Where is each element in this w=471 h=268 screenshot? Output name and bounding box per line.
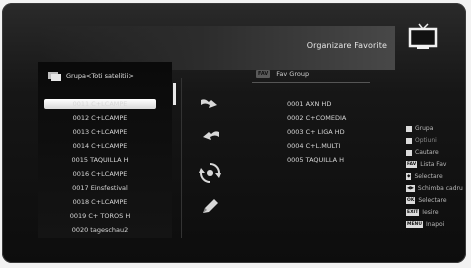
- channel-item[interactable]: 0012 C+LCAMPE: [44, 113, 156, 123]
- move-icon[interactable]: [199, 94, 221, 114]
- exit-key-icon: EXIT: [406, 209, 420, 216]
- undo-icon[interactable]: [199, 126, 221, 146]
- legend-label: Iesire: [422, 209, 439, 216]
- group-header-label: Grupa<Toti satelitii>: [66, 72, 134, 80]
- fav-item[interactable]: 0004 C+L.MULTI: [287, 141, 340, 151]
- legend-label: Selectare: [414, 173, 443, 180]
- fav-group-header[interactable]: FAV Fav Group: [256, 70, 309, 78]
- legend-exit: EXIT Iesire: [406, 208, 439, 217]
- channel-item[interactable]: 0020 tageschau2: [44, 225, 156, 235]
- channel-list-scrollbar[interactable]: [173, 83, 176, 105]
- fav-key-icon: FAV: [406, 161, 418, 168]
- channel-item[interactable]: 0017 Einsfestival: [44, 183, 156, 193]
- page-title: Organizare Favorite: [306, 41, 387, 50]
- legend-label: Schimba cadru: [417, 185, 463, 192]
- legend-schimba-cadru: ◀▶ Schimba cadru: [406, 184, 470, 193]
- tv-icon: [408, 23, 438, 49]
- satellite-list-icon: [48, 71, 61, 81]
- fav-item[interactable]: 0003 C+ LIGA HD: [287, 127, 345, 137]
- legend-label: Grupa: [415, 125, 434, 132]
- group-header[interactable]: Grupa<Toti satelitii>: [48, 71, 134, 81]
- white-square-icon: [406, 125, 412, 132]
- legend-label: Lista Fav: [420, 161, 447, 168]
- legend-cautare: Cautare: [406, 148, 439, 157]
- legend-ok: OK Selectare: [406, 196, 447, 205]
- fav-item[interactable]: 0001 AXN HD: [287, 99, 331, 109]
- channel-item[interactable]: 0019 C+ TOROS H: [44, 211, 156, 221]
- channel-item[interactable]: 0015 TAQUILLA H: [44, 155, 156, 165]
- channel-item[interactable]: 0018 C+LCAMPE: [44, 197, 156, 207]
- channel-item[interactable]: 0011 C+LCAMPE: [44, 99, 156, 109]
- select-key-icon: ◆: [406, 173, 412, 180]
- divider: [181, 78, 182, 238]
- legend-grupa: Grupa: [406, 124, 433, 133]
- menu-key-icon: MENU: [406, 221, 423, 228]
- legend-menu: MENU Inapoi: [406, 220, 444, 229]
- legend-label: Inapoi: [425, 221, 445, 228]
- channel-item[interactable]: 0013 C+LCAMPE: [44, 127, 156, 137]
- swap-icon[interactable]: [199, 163, 221, 183]
- fav-item[interactable]: 0002 C+COMEDIA: [287, 113, 346, 123]
- arrows-key-icon: ◀▶: [406, 185, 415, 192]
- search-key-icon: [406, 149, 412, 156]
- channel-item[interactable]: 0016 C+LCAMPE: [44, 169, 156, 179]
- fav-badge: FAV: [256, 70, 271, 78]
- legend-label: Optiuni: [415, 137, 437, 144]
- legend-selectare: ◆ Selectare: [406, 172, 443, 181]
- legend-optiuni: Optiuni: [406, 136, 437, 145]
- fav-group-divider: [252, 82, 370, 83]
- legend-label: Cautare: [415, 149, 439, 156]
- edit-icon[interactable]: [199, 196, 221, 216]
- legend-lista-fav: FAV Lista Fav: [406, 160, 446, 169]
- fav-item[interactable]: 0005 TAQUILLA H: [287, 155, 344, 165]
- white-square-icon: [406, 137, 412, 144]
- fav-group-label: Fav Group: [276, 70, 310, 78]
- legend-label: Selectare: [418, 197, 447, 204]
- ok-key-icon: OK: [406, 197, 416, 204]
- channel-item[interactable]: 0014 C+LCAMPE: [44, 141, 156, 151]
